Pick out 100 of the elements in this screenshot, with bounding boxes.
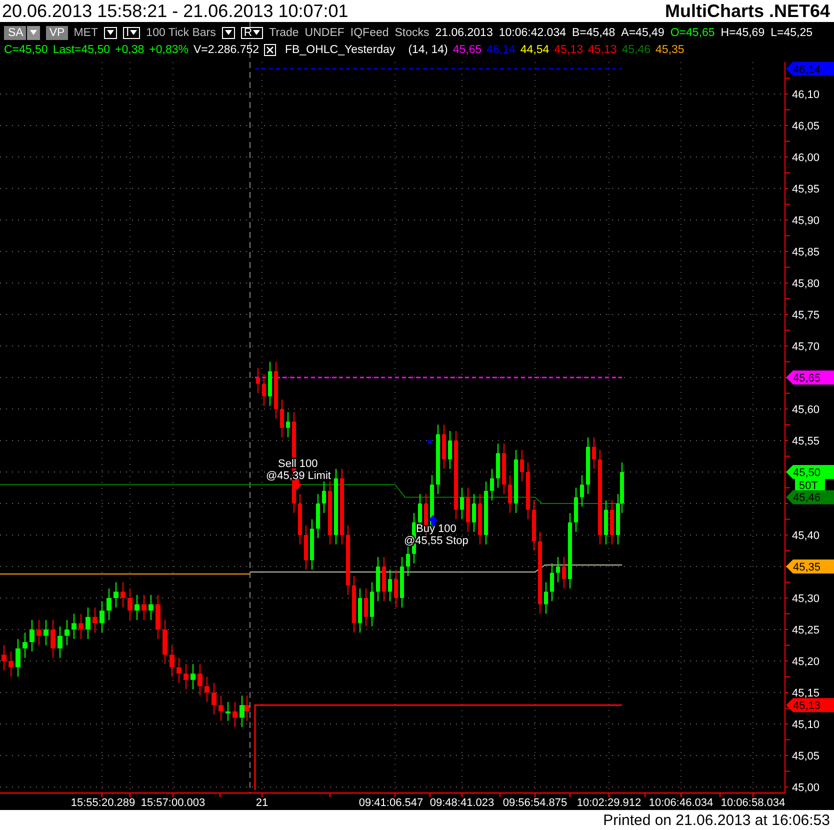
price-label: 45,70	[792, 341, 820, 353]
candlestick	[268, 361, 272, 406]
quote-value: +0,83%	[149, 44, 188, 56]
price-label: 45,05	[792, 750, 820, 762]
dropdown-button[interactable]	[104, 26, 117, 38]
candlestick	[328, 480, 332, 545]
symbol-info: H=45,69	[720, 26, 765, 38]
candlestick	[520, 449, 524, 482]
candlestick	[478, 494, 482, 545]
study-value: 45,35	[656, 44, 684, 56]
caret-icon	[253, 30, 260, 35]
candlestick	[274, 361, 278, 419]
caret-icon	[130, 30, 138, 35]
candlestick	[610, 500, 614, 545]
price-label: 45,75	[792, 310, 820, 322]
candlestick	[232, 701, 238, 728]
candlestick	[8, 651, 14, 678]
price-label: 45,60	[792, 404, 820, 416]
price-label: 46,00	[792, 152, 820, 164]
candlestick	[44, 620, 48, 646]
price-tag: 46,14	[786, 62, 834, 76]
price-label: 45,30	[792, 593, 820, 605]
candlestick	[106, 588, 112, 621]
candlestick	[156, 594, 160, 640]
app-name: MultiCharts .NET64	[664, 0, 830, 22]
time-label: 10:06:46.034	[648, 797, 714, 809]
candlestick	[298, 494, 302, 545]
candlestick	[218, 695, 224, 722]
candlestick	[382, 556, 386, 602]
candlestick	[78, 613, 84, 640]
candlestick	[316, 494, 320, 539]
candlestick	[376, 556, 380, 602]
candlestick	[514, 449, 518, 514]
caret-icon	[106, 30, 114, 35]
candlestick	[148, 594, 154, 621]
candlestick	[322, 480, 326, 514]
candlestick	[86, 606, 90, 640]
study-value: 46,14	[486, 44, 516, 56]
candlestick	[2, 644, 6, 671]
candlestick	[550, 562, 554, 602]
candlestick	[226, 701, 230, 722]
candlestick	[190, 664, 196, 690]
study-value: 45,13	[588, 44, 617, 56]
quote-value: V=2.286.752	[193, 44, 260, 56]
study-params: (14, 14)	[408, 44, 448, 56]
price-label: 45,20	[792, 656, 820, 668]
candlestick	[460, 487, 464, 520]
candlestick	[394, 569, 398, 608]
symbol-info: UNDEF	[304, 26, 344, 38]
candlestick	[508, 474, 512, 514]
arrow-down-icon	[292, 479, 302, 490]
candlestick	[162, 620, 168, 665]
price-label: 45,25	[792, 624, 820, 636]
candlestick	[580, 474, 584, 508]
candlestick	[448, 430, 452, 470]
candlestick	[22, 632, 28, 658]
symbol-info: A=45,49	[621, 26, 664, 38]
candlestick	[532, 500, 536, 552]
candlestick	[280, 399, 284, 438]
candlestick	[304, 525, 308, 570]
candlestick	[120, 582, 126, 608]
price-label: 45,10	[792, 719, 820, 731]
candlestick	[310, 518, 314, 570]
candlestick	[370, 582, 374, 627]
candlestick	[472, 494, 476, 532]
symbol-info: O=45,65	[670, 26, 715, 38]
candlestick	[198, 664, 202, 696]
candlestick	[36, 620, 42, 646]
time-label: 10:02:29.912	[576, 797, 642, 809]
study-name: FB_OHLC_Yesterday	[285, 44, 396, 56]
candlestick	[204, 676, 210, 702]
candlestick	[442, 424, 446, 470]
candlestick	[64, 620, 70, 646]
candlestick	[134, 594, 140, 621]
study-value: 45,65	[452, 44, 482, 56]
time-label: 15:55:20.289	[70, 797, 136, 809]
quote-value: +0,38	[115, 44, 144, 56]
candlestick	[586, 436, 590, 495]
dropdown-button[interactable]: I	[122, 26, 140, 38]
time-label: 09:41:06.547	[358, 797, 424, 809]
price-tag: 45,46	[786, 490, 834, 504]
candlestick	[92, 606, 98, 634]
study-checkbox[interactable]	[264, 44, 276, 56]
time-label: 21	[256, 797, 268, 809]
time-label: 15:57:00.003	[140, 797, 206, 809]
candlestick	[604, 500, 608, 545]
dropdown-button[interactable]	[222, 26, 235, 38]
menu-button[interactable]: SA	[4, 26, 40, 40]
price-tag: 45,13	[786, 698, 834, 712]
dropdown-button[interactable]: R	[240, 26, 264, 38]
symbol-info: Trade	[269, 26, 299, 38]
price-label: 45,00	[792, 782, 820, 794]
quote-value: Last=45,50	[52, 44, 110, 56]
symbol-info: L=45,25	[770, 26, 812, 38]
candlestick	[30, 620, 34, 652]
toggle-button[interactable]: VP	[46, 26, 68, 40]
cross-marker-icon	[427, 439, 433, 445]
study-value: 44,54	[520, 44, 550, 56]
candlestick	[184, 664, 188, 690]
candlestick	[466, 487, 470, 532]
